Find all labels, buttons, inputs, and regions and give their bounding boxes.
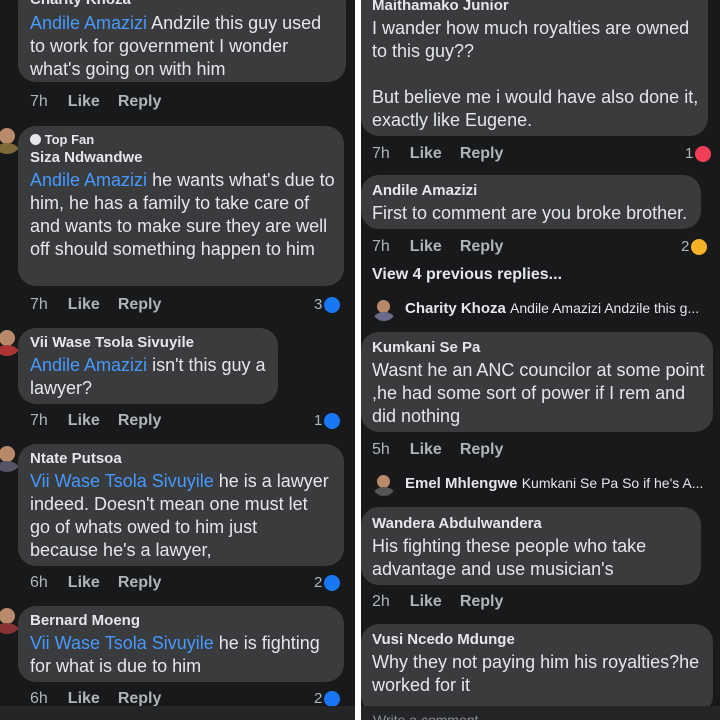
- comment-author[interactable]: Wandera Abdulwandera: [372, 515, 542, 532]
- comment-text: Vii Wase Tsola Sivuyile he is a lawyer i…: [30, 471, 329, 560]
- like-button[interactable]: Like: [410, 238, 442, 255]
- reaction-count[interactable]: 3: [314, 296, 341, 313]
- comment-author[interactable]: Siza Ndwandwe: [30, 149, 143, 166]
- comment-actions: 5h Like Reply: [372, 441, 521, 459]
- comment-author[interactable]: Charity Khoza: [30, 0, 131, 8]
- like-button[interactable]: Like: [410, 145, 442, 162]
- mention-link[interactable]: Andile Amazizi: [30, 355, 147, 375]
- reply-button[interactable]: Reply: [460, 441, 504, 458]
- reply-button[interactable]: Reply: [118, 690, 162, 707]
- comment-author[interactable]: Ntate Putsoa: [30, 450, 122, 467]
- like-button[interactable]: Like: [410, 593, 442, 610]
- comment-text: Why they not paying him his royalties?he…: [372, 652, 700, 695]
- comment-actions: 7h Like Reply: [30, 412, 179, 430]
- reaction-count[interactable]: 1: [314, 412, 341, 429]
- like-button[interactable]: Like: [68, 574, 100, 591]
- comment-time: 7h: [30, 412, 48, 429]
- reaction-count[interactable]: 2: [314, 574, 341, 591]
- haha-reaction-icon: [691, 238, 708, 255]
- comment-time: 6h: [30, 690, 48, 707]
- comment-author: Emel Mhlengwe: [405, 475, 518, 492]
- comment-time: 7h: [30, 296, 48, 313]
- comment-text: His fighting these people who take advan…: [372, 536, 647, 579]
- right-comments-panel: Maithamako Junior I wander how much roya…: [361, 0, 720, 720]
- collapsed-reply[interactable]: Charity Khoza Andile Amazizi Andzile thi…: [405, 300, 699, 317]
- reply-button[interactable]: Reply: [118, 412, 162, 429]
- like-button[interactable]: Like: [68, 412, 100, 429]
- like-button[interactable]: Like: [410, 441, 442, 458]
- view-previous-replies-link[interactable]: View 4 previous replies...: [372, 266, 562, 284]
- comment-actions: 7h Like Reply: [372, 145, 521, 163]
- comment-text: Vii Wase Tsola Sivuyile he is fighting f…: [30, 633, 320, 676]
- reply-button[interactable]: Reply: [118, 296, 162, 313]
- reaction-count[interactable]: 2: [681, 238, 708, 255]
- bottom-bar: [0, 706, 355, 720]
- comment-text: Andile Amazizi he wants what's due to hi…: [30, 170, 335, 259]
- comment-preview: Andile Amazizi Andzile this g...: [510, 300, 700, 316]
- comment-text: First to comment are you broke brother.: [372, 203, 688, 223]
- comment-actions: 2h Like Reply: [372, 593, 521, 611]
- comment-author[interactable]: Andile Amazizi: [372, 182, 477, 199]
- comment-actions: 6h Like Reply: [30, 574, 179, 592]
- comment-time: 5h: [372, 441, 390, 458]
- like-button[interactable]: Like: [68, 93, 100, 110]
- comment-author: Charity Khoza: [405, 300, 506, 317]
- reply-button[interactable]: Reply: [460, 145, 504, 162]
- comment-preview: Kumkani Se Pa So if he's A...: [521, 475, 704, 491]
- like-reaction-icon: [324, 574, 341, 591]
- love-reaction-icon: [695, 145, 712, 162]
- comment-time: 6h: [30, 574, 48, 591]
- like-reaction-icon: [324, 690, 341, 707]
- comment-time: 7h: [30, 93, 48, 110]
- like-button[interactable]: Like: [68, 690, 100, 707]
- avatar[interactable]: [372, 472, 396, 496]
- comment-actions: 7h Like Reply: [30, 93, 179, 111]
- comment-text: I wander how much royalties are owned to…: [372, 18, 690, 61]
- reply-button[interactable]: Reply: [118, 574, 162, 591]
- comment-author[interactable]: Maithamako Junior: [372, 0, 509, 14]
- comment-input-placeholder[interactable]: Write a comment...: [373, 712, 490, 720]
- comment-time: 7h: [372, 145, 390, 162]
- comment-actions: 7h Like Reply: [372, 238, 521, 256]
- like-reaction-icon: [324, 296, 341, 313]
- avatar[interactable]: [372, 297, 396, 321]
- comment-author[interactable]: Vusi Ncedo Mdunge: [372, 631, 515, 648]
- comment-author[interactable]: Bernard Moeng: [30, 612, 140, 629]
- reply-button[interactable]: Reply: [460, 238, 504, 255]
- comment-text: Wasnt he an ANC councilor at some point …: [372, 360, 705, 426]
- comment-author[interactable]: Kumkani Se Pa: [372, 339, 480, 356]
- mention-link[interactable]: Andile Amazizi: [30, 13, 147, 33]
- comment-time: 7h: [372, 238, 390, 255]
- top-fan-badge: Top Fan: [30, 132, 94, 147]
- mention-link[interactable]: Vii Wase Tsola Sivuyile: [30, 471, 214, 491]
- left-comments-panel: Charity Khoza Andile Amazizi Andzile thi…: [0, 0, 355, 720]
- comment-author[interactable]: Vii Wase Tsola Sivuyile: [30, 334, 194, 351]
- collapsed-reply[interactable]: Emel Mhlengwe Kumkani Se Pa So if he's A…: [405, 475, 703, 492]
- reaction-count[interactable]: 2: [314, 690, 341, 707]
- like-reaction-icon: [324, 412, 341, 429]
- top-fan-icon: [30, 134, 41, 145]
- reply-button[interactable]: Reply: [118, 93, 162, 110]
- comment-text: Andile Amazizi isn't this guy a lawyer?: [30, 355, 266, 398]
- reaction-count[interactable]: 1: [685, 145, 712, 162]
- comment-actions: 7h Like Reply: [30, 296, 179, 314]
- comment-time: 2h: [372, 593, 390, 610]
- comment-text: Andile Amazizi Andzile this guy used to …: [30, 13, 322, 79]
- mention-link[interactable]: Andile Amazizi: [30, 170, 147, 190]
- mention-link[interactable]: Vii Wase Tsola Sivuyile: [30, 633, 214, 653]
- like-button[interactable]: Like: [68, 296, 100, 313]
- reply-button[interactable]: Reply: [460, 593, 504, 610]
- comment-text: But believe me i would have also done it…: [372, 87, 699, 130]
